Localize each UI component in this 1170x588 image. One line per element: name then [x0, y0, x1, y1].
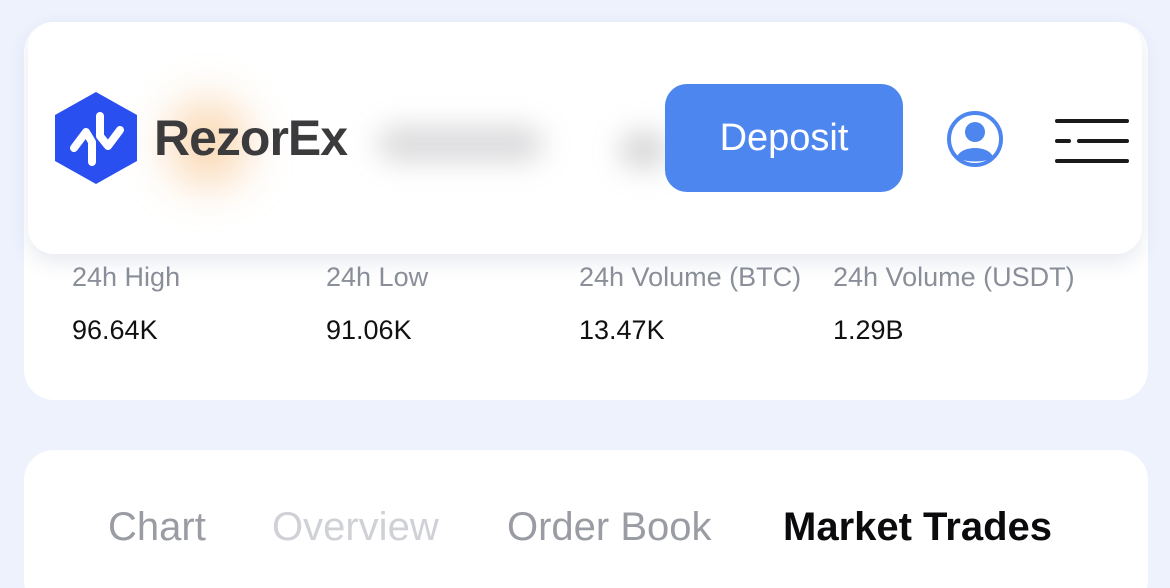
- brand-name: RezorEx: [154, 110, 348, 166]
- brand-logo[interactable]: RezorEx: [52, 90, 348, 186]
- deposit-button[interactable]: Deposit: [665, 84, 903, 192]
- tab-order-book[interactable]: Order Book: [507, 505, 712, 550]
- hamburger-menu-icon[interactable]: [1055, 117, 1129, 165]
- blurred-content: [620, 132, 668, 168]
- stat-24h-volume-usdt: 24h Volume (USDT) 1.29B: [833, 262, 1075, 346]
- stat-value: 96.64K: [72, 315, 158, 345]
- blurred-content: [378, 127, 543, 161]
- stat-value: 91.06K: [326, 315, 412, 345]
- stat-24h-low: 24h Low 91.06K: [326, 262, 428, 346]
- stat-label: 24h High: [72, 262, 181, 292]
- stat-label: 24h Volume (BTC): [579, 262, 802, 292]
- stat-24h-high: 24h High 96.64K: [72, 262, 180, 346]
- stat-label: 24h Volume (USDT): [833, 262, 1075, 292]
- stat-label: 24h Low: [326, 262, 429, 292]
- top-header: RezorEx Deposit: [28, 22, 1142, 254]
- stat-value: 1.29B: [833, 315, 904, 345]
- rezorex-logo-icon: [55, 92, 137, 184]
- tab-market-trades[interactable]: Market Trades: [783, 505, 1052, 550]
- stat-24h-volume-btc: 24h Volume (BTC) 13.47K: [579, 262, 801, 346]
- tab-overview[interactable]: Overview: [272, 505, 439, 550]
- tab-chart[interactable]: Chart: [108, 505, 206, 550]
- stat-value: 13.47K: [579, 315, 665, 345]
- user-circle-icon[interactable]: [945, 109, 1005, 169]
